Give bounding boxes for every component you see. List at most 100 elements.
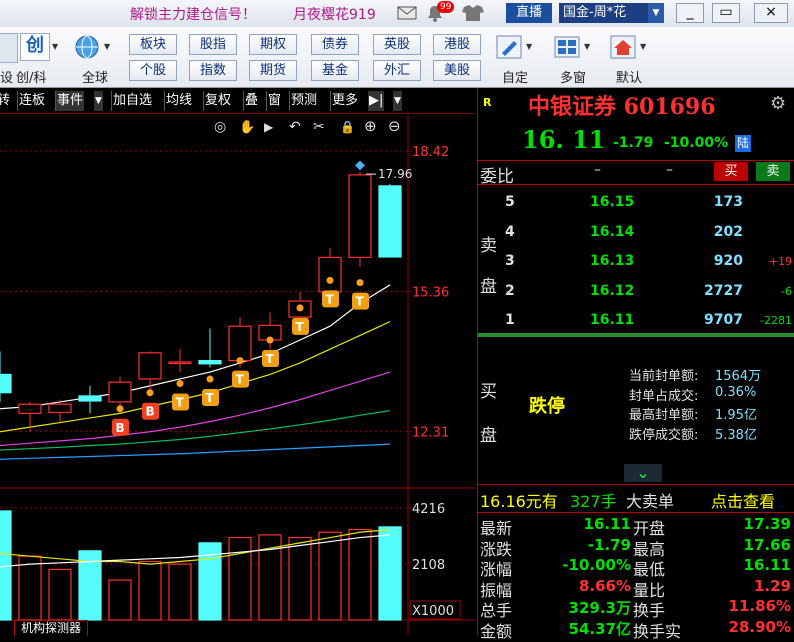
candle-body (168, 361, 192, 365)
book-volume: 202 (713, 223, 743, 240)
market-button-hk-stocks[interactable]: 港股 (433, 34, 481, 55)
restore-button[interactable]: ▭ (712, 3, 740, 23)
mail-icon[interactable] (396, 4, 418, 22)
tab-window[interactable]: 窗 (266, 91, 282, 111)
stat-value: -10.00% (562, 556, 631, 574)
toolbar-label-multiwindow: 多窗 (560, 71, 587, 86)
minimize-button[interactable]: _ (676, 3, 704, 23)
seal-stat-label: 最高封单额: (629, 408, 699, 423)
chuangke-icon[interactable]: 创 (20, 33, 50, 61)
volume-unit-label: X1000 (412, 604, 454, 619)
multi-window-icon[interactable] (552, 33, 582, 61)
book-price: 16.13 (590, 253, 635, 269)
tab-reversal[interactable]: 转 (0, 91, 11, 111)
scissors-icon[interactable]: ✂ (313, 119, 325, 135)
sell-button[interactable]: 卖 (756, 162, 790, 181)
settings-tool-icon[interactable] (0, 33, 18, 63)
signal-label: T (296, 320, 305, 334)
seal-stat-value: 5.38亿 (715, 427, 757, 443)
promo-text[interactable]: 解锁主力建仓信号！ (130, 4, 256, 24)
book-change: -2281 (760, 314, 792, 327)
book-volume: 9707 (704, 312, 743, 328)
stat-value: 16.11 (743, 556, 791, 574)
chevron-down-icon[interactable]: ▼ (104, 33, 114, 61)
account-select[interactable]: 国金-周*花 ▼ (559, 3, 664, 23)
signal-dot (356, 279, 364, 287)
chevron-down-icon[interactable]: ▼ (52, 33, 62, 61)
title-bar: 解锁主力建仓信号！ 月夜樱花919 99 直播 国金-周*花 ▼ _ ▭ × (0, 0, 794, 27)
market-button-funds[interactable]: 基金 (311, 60, 359, 81)
shirt-icon[interactable] (458, 4, 488, 22)
notification-badge: 99 (437, 1, 455, 13)
tab-overlay[interactable]: 叠 (243, 91, 259, 111)
sell-side-label: 卖 (480, 236, 497, 256)
play-icon[interactable]: ▶ (264, 120, 274, 134)
tab-events[interactable]: 事件 (55, 91, 85, 111)
market-button-single-stock[interactable]: 个股 (129, 60, 177, 81)
tab-add-watchlist[interactable]: 加自选 (111, 91, 153, 111)
candle-body (48, 403, 72, 414)
close-button[interactable]: × (754, 3, 788, 23)
candle-body (228, 325, 252, 362)
divider (478, 512, 794, 513)
gear-icon[interactable]: ⚙ (770, 93, 786, 114)
globe-icon[interactable] (72, 33, 102, 61)
tab-moving-average[interactable]: 均线 (164, 91, 193, 111)
seal-stat-value: 0.36% (715, 384, 757, 400)
market-button-sector[interactable]: 板块 (129, 34, 177, 55)
signal-dot (326, 276, 334, 284)
skip-forward-icon[interactable]: ▶| (368, 91, 385, 111)
undo-icon[interactable]: ↶ (289, 119, 301, 135)
tab-limit-up-streak[interactable]: 连板 (17, 91, 46, 111)
limit-down-status: 跌停 (529, 396, 565, 417)
eye-icon[interactable]: ◎ (214, 119, 226, 135)
lock-icon[interactable]: 🔒 (340, 120, 355, 134)
market-button-indices[interactable]: 指数 (189, 60, 237, 81)
tab-more[interactable]: 更多 (330, 91, 359, 111)
zoom-in-icon[interactable]: ⊕ (364, 117, 377, 135)
username-text[interactable]: 月夜樱花919 (293, 4, 376, 24)
market-button-forex[interactable]: 外汇 (373, 60, 421, 81)
chevron-down-icon[interactable]: ▼ (94, 91, 103, 111)
weibi-value: – (594, 162, 601, 178)
market-button-uk-stocks[interactable]: 英股 (373, 34, 421, 55)
volume-bar (138, 560, 162, 621)
book-divider (478, 333, 794, 337)
toolbar-label-chuangke: 创/科 (16, 71, 47, 86)
toolbar-label-custom: 自定 (502, 71, 529, 86)
tab-forecast[interactable]: 预测 (289, 91, 318, 111)
volume-bar (48, 568, 72, 621)
seal-stat-label: 当前封单额: (629, 369, 699, 384)
bigorder-view-link[interactable]: 点击查看 (711, 488, 775, 512)
market-button-us-stocks[interactable]: 美股 (433, 60, 481, 81)
custom-edit-icon[interactable] (494, 33, 524, 61)
stat-value: 329.3万 (568, 599, 631, 617)
kline-chart[interactable]: 18.42 15.36 12.31 4216 2108 X1000 17.96 B B T T T T… (0, 113, 476, 635)
divider (478, 184, 794, 185)
volume-bar (288, 536, 312, 621)
chevron-down-icon[interactable]: ▼ (393, 91, 402, 111)
expand-arrow-icon[interactable]: ⌄ (624, 464, 662, 482)
market-button-options[interactable]: 期权 (249, 34, 297, 55)
market-button-index-stock[interactable]: 股指 (189, 34, 237, 55)
candle-body (78, 395, 102, 402)
chevron-down-icon[interactable]: ▼ (648, 3, 664, 23)
book-price: 16.14 (590, 223, 635, 240)
market-button-futures[interactable]: 期货 (249, 60, 297, 81)
tab-institution-detector[interactable]: 机构探测器 (14, 620, 89, 636)
seal-stat-value: 1.95亿 (715, 408, 757, 423)
live-button[interactable]: 直播 (506, 3, 552, 23)
stat-value: 1.29 (753, 576, 791, 595)
toolbar-label-global: 全球 (82, 71, 109, 86)
buy-button[interactable]: 买 (714, 162, 748, 181)
tab-adjust[interactable]: 复权 (203, 91, 232, 111)
home-icon[interactable] (608, 33, 638, 61)
zoom-out-icon[interactable]: ⊖ (388, 117, 401, 135)
chevron-down-icon[interactable]: ▼ (584, 33, 594, 61)
hand-icon[interactable]: ✋ (239, 119, 255, 135)
chevron-down-icon[interactable]: ▼ (640, 33, 650, 61)
candle-body (318, 256, 342, 293)
market-button-bonds[interactable]: 债券 (311, 34, 359, 55)
bigorder-qty: 327手 (570, 492, 617, 511)
chevron-down-icon[interactable]: ▼ (526, 33, 536, 61)
